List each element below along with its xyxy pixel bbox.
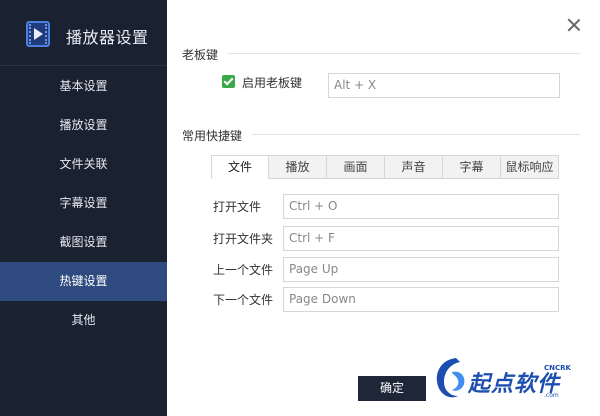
- hotkey-label-previous-file: 上一个文件: [213, 263, 274, 277]
- sidebar-item-subtitle[interactable]: 字幕设置: [0, 184, 167, 223]
- window-title: 播放器设置: [66, 28, 149, 47]
- brand-header: 播放器设置: [0, 0, 167, 66]
- hotkey-label-open-folder: 打开文件夹: [213, 232, 274, 246]
- enable-boss-key-label[interactable]: 启用老板键: [242, 74, 302, 91]
- sidebar-item-basic[interactable]: 基本设置: [0, 67, 167, 106]
- sidebar: 播放器设置 基本设置 播放设置 文件关联 字幕设置 截图设置 热键设置 其他: [0, 0, 167, 416]
- sidebar-nav: 基本设置 播放设置 文件关联 字幕设置 截图设置 热键设置 其他: [0, 67, 167, 340]
- sidebar-item-screenshot[interactable]: 截图设置: [0, 223, 167, 262]
- tab-mouse-response[interactable]: 鼠标响应: [500, 155, 559, 179]
- tab-sound[interactable]: 声音: [384, 155, 443, 179]
- sidebar-item-playback[interactable]: 播放设置: [0, 106, 167, 145]
- tab-playback[interactable]: 播放: [268, 155, 327, 179]
- section-divider: [228, 53, 580, 54]
- close-icon[interactable]: [566, 17, 582, 33]
- player-logo-icon: [26, 21, 50, 47]
- swirl-logo-icon: [436, 358, 465, 398]
- boss-key-section-title: 老板键: [182, 48, 219, 62]
- section-divider: [252, 134, 580, 135]
- enable-boss-key-checkbox[interactable]: [222, 75, 235, 88]
- tab-subtitle[interactable]: 字幕: [442, 155, 501, 179]
- watermark-logo: 起点软件 CNCRK .com: [426, 352, 586, 408]
- hotkey-label-open-file: 打开文件: [213, 200, 262, 214]
- hotkeys-section-title: 常用快捷键: [182, 129, 243, 143]
- hotkey-label-next-file: 下一个文件: [213, 293, 274, 307]
- boss-key-input[interactable]: Alt + X: [328, 73, 560, 98]
- settings-window: 播放器设置 基本设置 播放设置 文件关联 字幕设置 截图设置 热键设置 其他 老…: [0, 0, 600, 416]
- tab-file[interactable]: 文件: [211, 155, 269, 179]
- ok-button[interactable]: 确定: [358, 376, 426, 401]
- hotkey-input-previous-file[interactable]: Page Up: [283, 257, 559, 282]
- tab-picture[interactable]: 画面: [326, 155, 385, 179]
- sidebar-item-file-association[interactable]: 文件关联: [0, 145, 167, 184]
- hotkey-input-open-folder[interactable]: Ctrl + F: [283, 226, 559, 251]
- watermark-sub: CNCRK: [544, 364, 571, 372]
- sidebar-item-other[interactable]: 其他: [0, 301, 167, 340]
- hotkey-tabs: 文件 播放 画面 声音 字幕 鼠标响应: [211, 155, 559, 179]
- hotkey-input-next-file[interactable]: Page Down: [283, 287, 559, 312]
- hotkey-input-open-file[interactable]: Ctrl + O: [283, 194, 559, 219]
- sidebar-item-hotkeys[interactable]: 热键设置: [0, 262, 167, 301]
- watermark-domain: .com: [544, 392, 559, 399]
